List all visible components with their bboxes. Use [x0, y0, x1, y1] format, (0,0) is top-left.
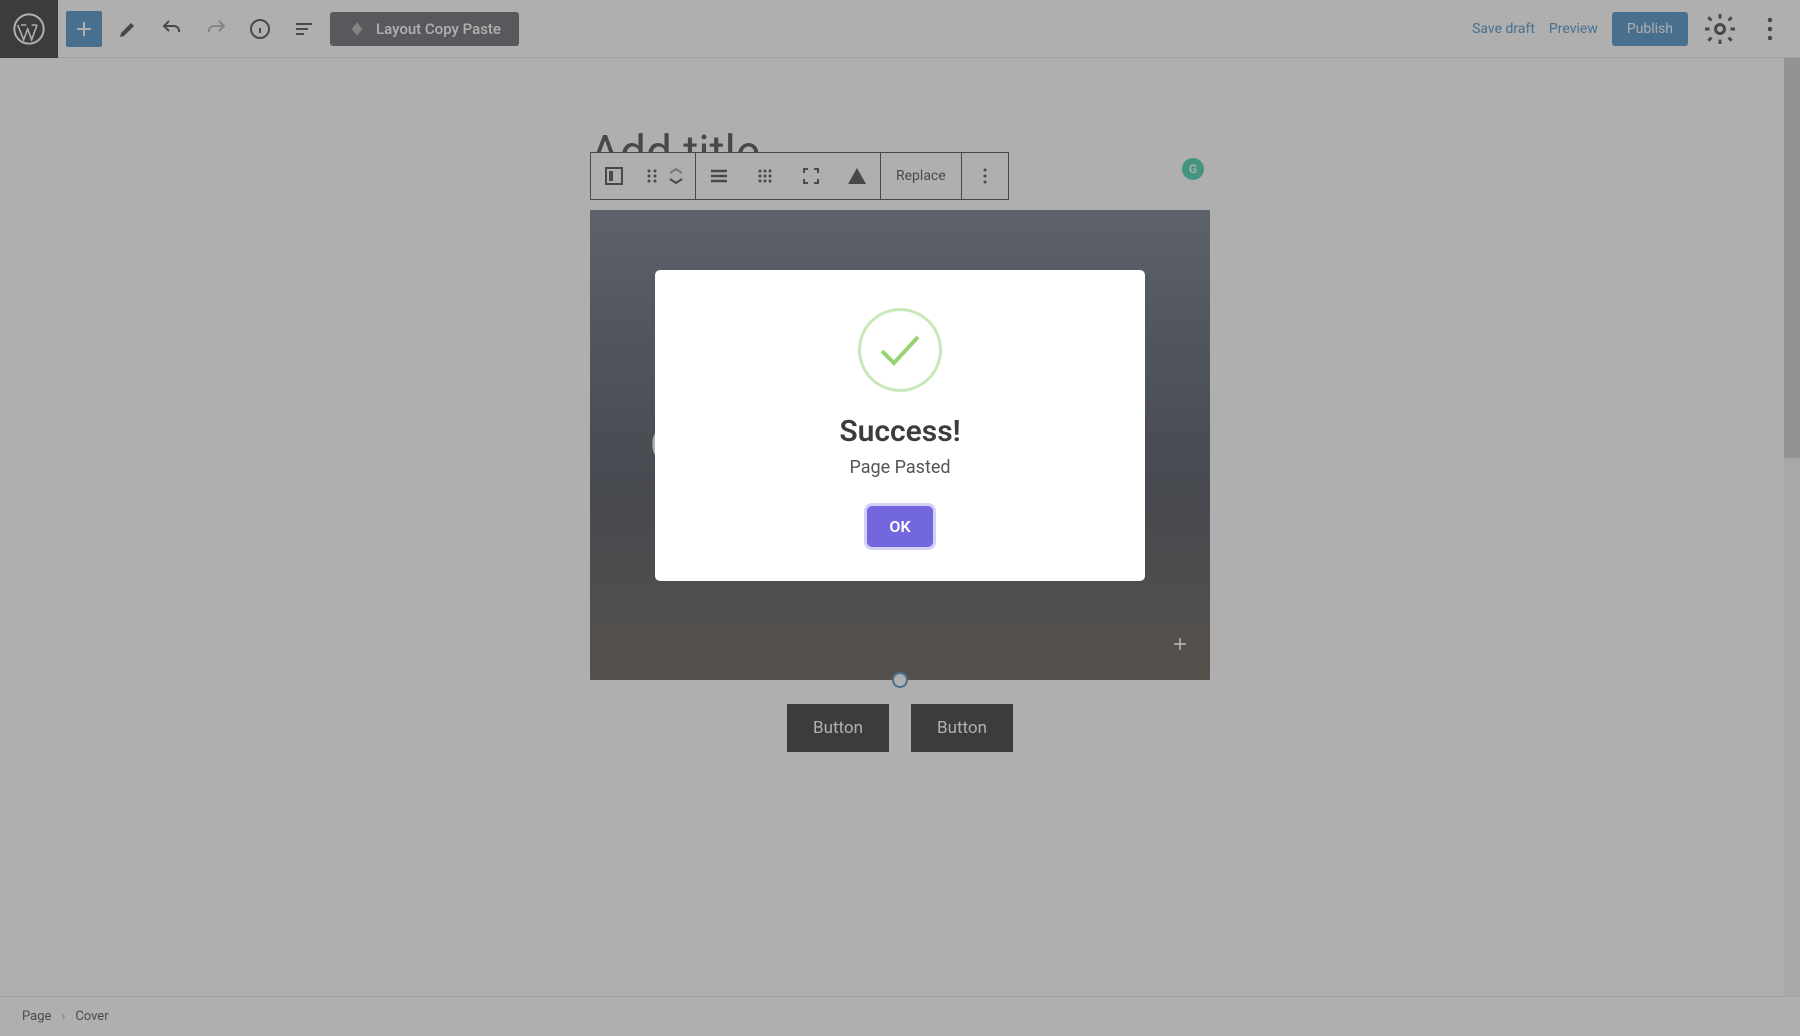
success-icon-circle: [858, 308, 942, 392]
modal-overlay: Success! Page Pasted OK: [0, 0, 1800, 1036]
modal-ok-button[interactable]: OK: [867, 506, 932, 547]
checkmark-icon: [876, 331, 924, 369]
modal-message: Page Pasted: [685, 457, 1115, 478]
modal-title: Success!: [685, 414, 1115, 449]
success-modal: Success! Page Pasted OK: [655, 270, 1145, 581]
